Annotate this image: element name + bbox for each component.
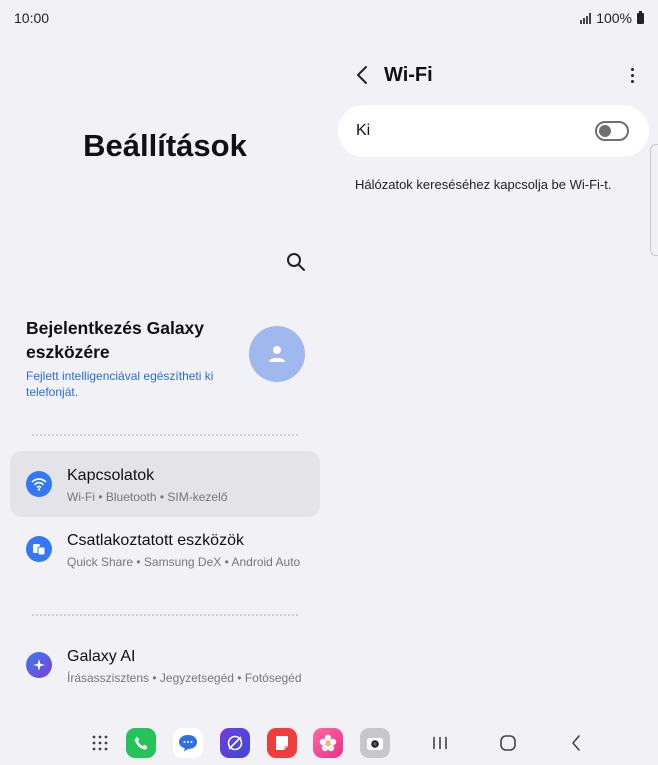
wifi-pane: Wi-Fi Ki Hálózatok kereséséhez kapcsolja… [330, 36, 658, 726]
messages-icon[interactable] [173, 728, 203, 758]
internet-icon[interactable] [220, 728, 250, 758]
camera-icon[interactable] [360, 728, 390, 758]
toggle-label: Ki [356, 122, 371, 139]
avatar[interactable] [249, 326, 305, 382]
settings-item-connected-devices[interactable]: Csatlakoztatott eszközök Quick Share • S… [10, 516, 320, 592]
battery-percent: 100% [596, 10, 632, 26]
wifi-title: Wi-Fi [384, 63, 433, 86]
devices-icon [26, 536, 52, 562]
account-signin[interactable]: Bejelentkezés Galaxy eszközére Fejlett i… [26, 316, 316, 399]
wifi-hint-text: Hálózatok kereséséhez kapcsolja be Wi-Fi… [355, 177, 612, 192]
back-icon[interactable] [564, 731, 588, 755]
item-title: Kapcsolatok [67, 467, 155, 484]
search-icon[interactable] [284, 250, 308, 274]
account-subtitle: Fejlett intelligenciával egészítheti ki … [26, 369, 214, 399]
wifi-toggle-row[interactable]: Ki [338, 105, 649, 157]
status-time: 10:00 [14, 10, 50, 26]
notes-icon[interactable] [267, 728, 297, 758]
item-title: Galaxy AI [67, 648, 136, 665]
wifi-toggle[interactable] [595, 121, 629, 141]
more-options-icon[interactable] [622, 63, 642, 87]
settings-pane: Beállítások Bejelentkezés Galaxy eszközé… [0, 36, 330, 726]
item-subtitle: Wi-Fi • Bluetooth • SIM-kezelő [67, 490, 228, 504]
wifi-icon [26, 471, 52, 497]
divider [32, 434, 298, 436]
home-icon[interactable] [496, 731, 520, 755]
account-title: Bejelentkezés Galaxy eszközére [26, 318, 205, 362]
apps-grid-icon[interactable] [85, 728, 115, 758]
signal-icon [580, 12, 592, 24]
page-title: Beállítások [83, 128, 247, 163]
settings-item-galaxy-ai[interactable]: Galaxy AI Írásasszisztens • Jegyzetsegéd… [10, 632, 320, 708]
divider [32, 614, 298, 616]
item-title: Csatlakoztatott eszközök [67, 532, 244, 549]
battery-icon [637, 10, 644, 24]
person-icon [269, 346, 285, 362]
toggle-knob [599, 125, 611, 137]
back-arrow-icon[interactable] [352, 63, 372, 87]
settings-item-connections[interactable]: Kapcsolatok Wi-Fi • Bluetooth • SIM-keze… [10, 451, 320, 517]
status-bar: 10:00 100% [0, 0, 658, 36]
wifi-header: Wi-Fi [352, 60, 642, 90]
item-subtitle: Írásasszisztens • Jegyzetsegéd • Fotóseg… [67, 671, 302, 685]
recents-icon[interactable] [428, 731, 452, 755]
galaxy-ai-icon [26, 652, 52, 678]
item-subtitle: Quick Share • Samsung DeX • Android Auto [67, 555, 301, 569]
taskbar [0, 726, 658, 765]
phone-icon[interactable] [126, 728, 156, 758]
gallery-icon[interactable] [313, 728, 343, 758]
edge-panel-handle[interactable] [650, 144, 658, 256]
